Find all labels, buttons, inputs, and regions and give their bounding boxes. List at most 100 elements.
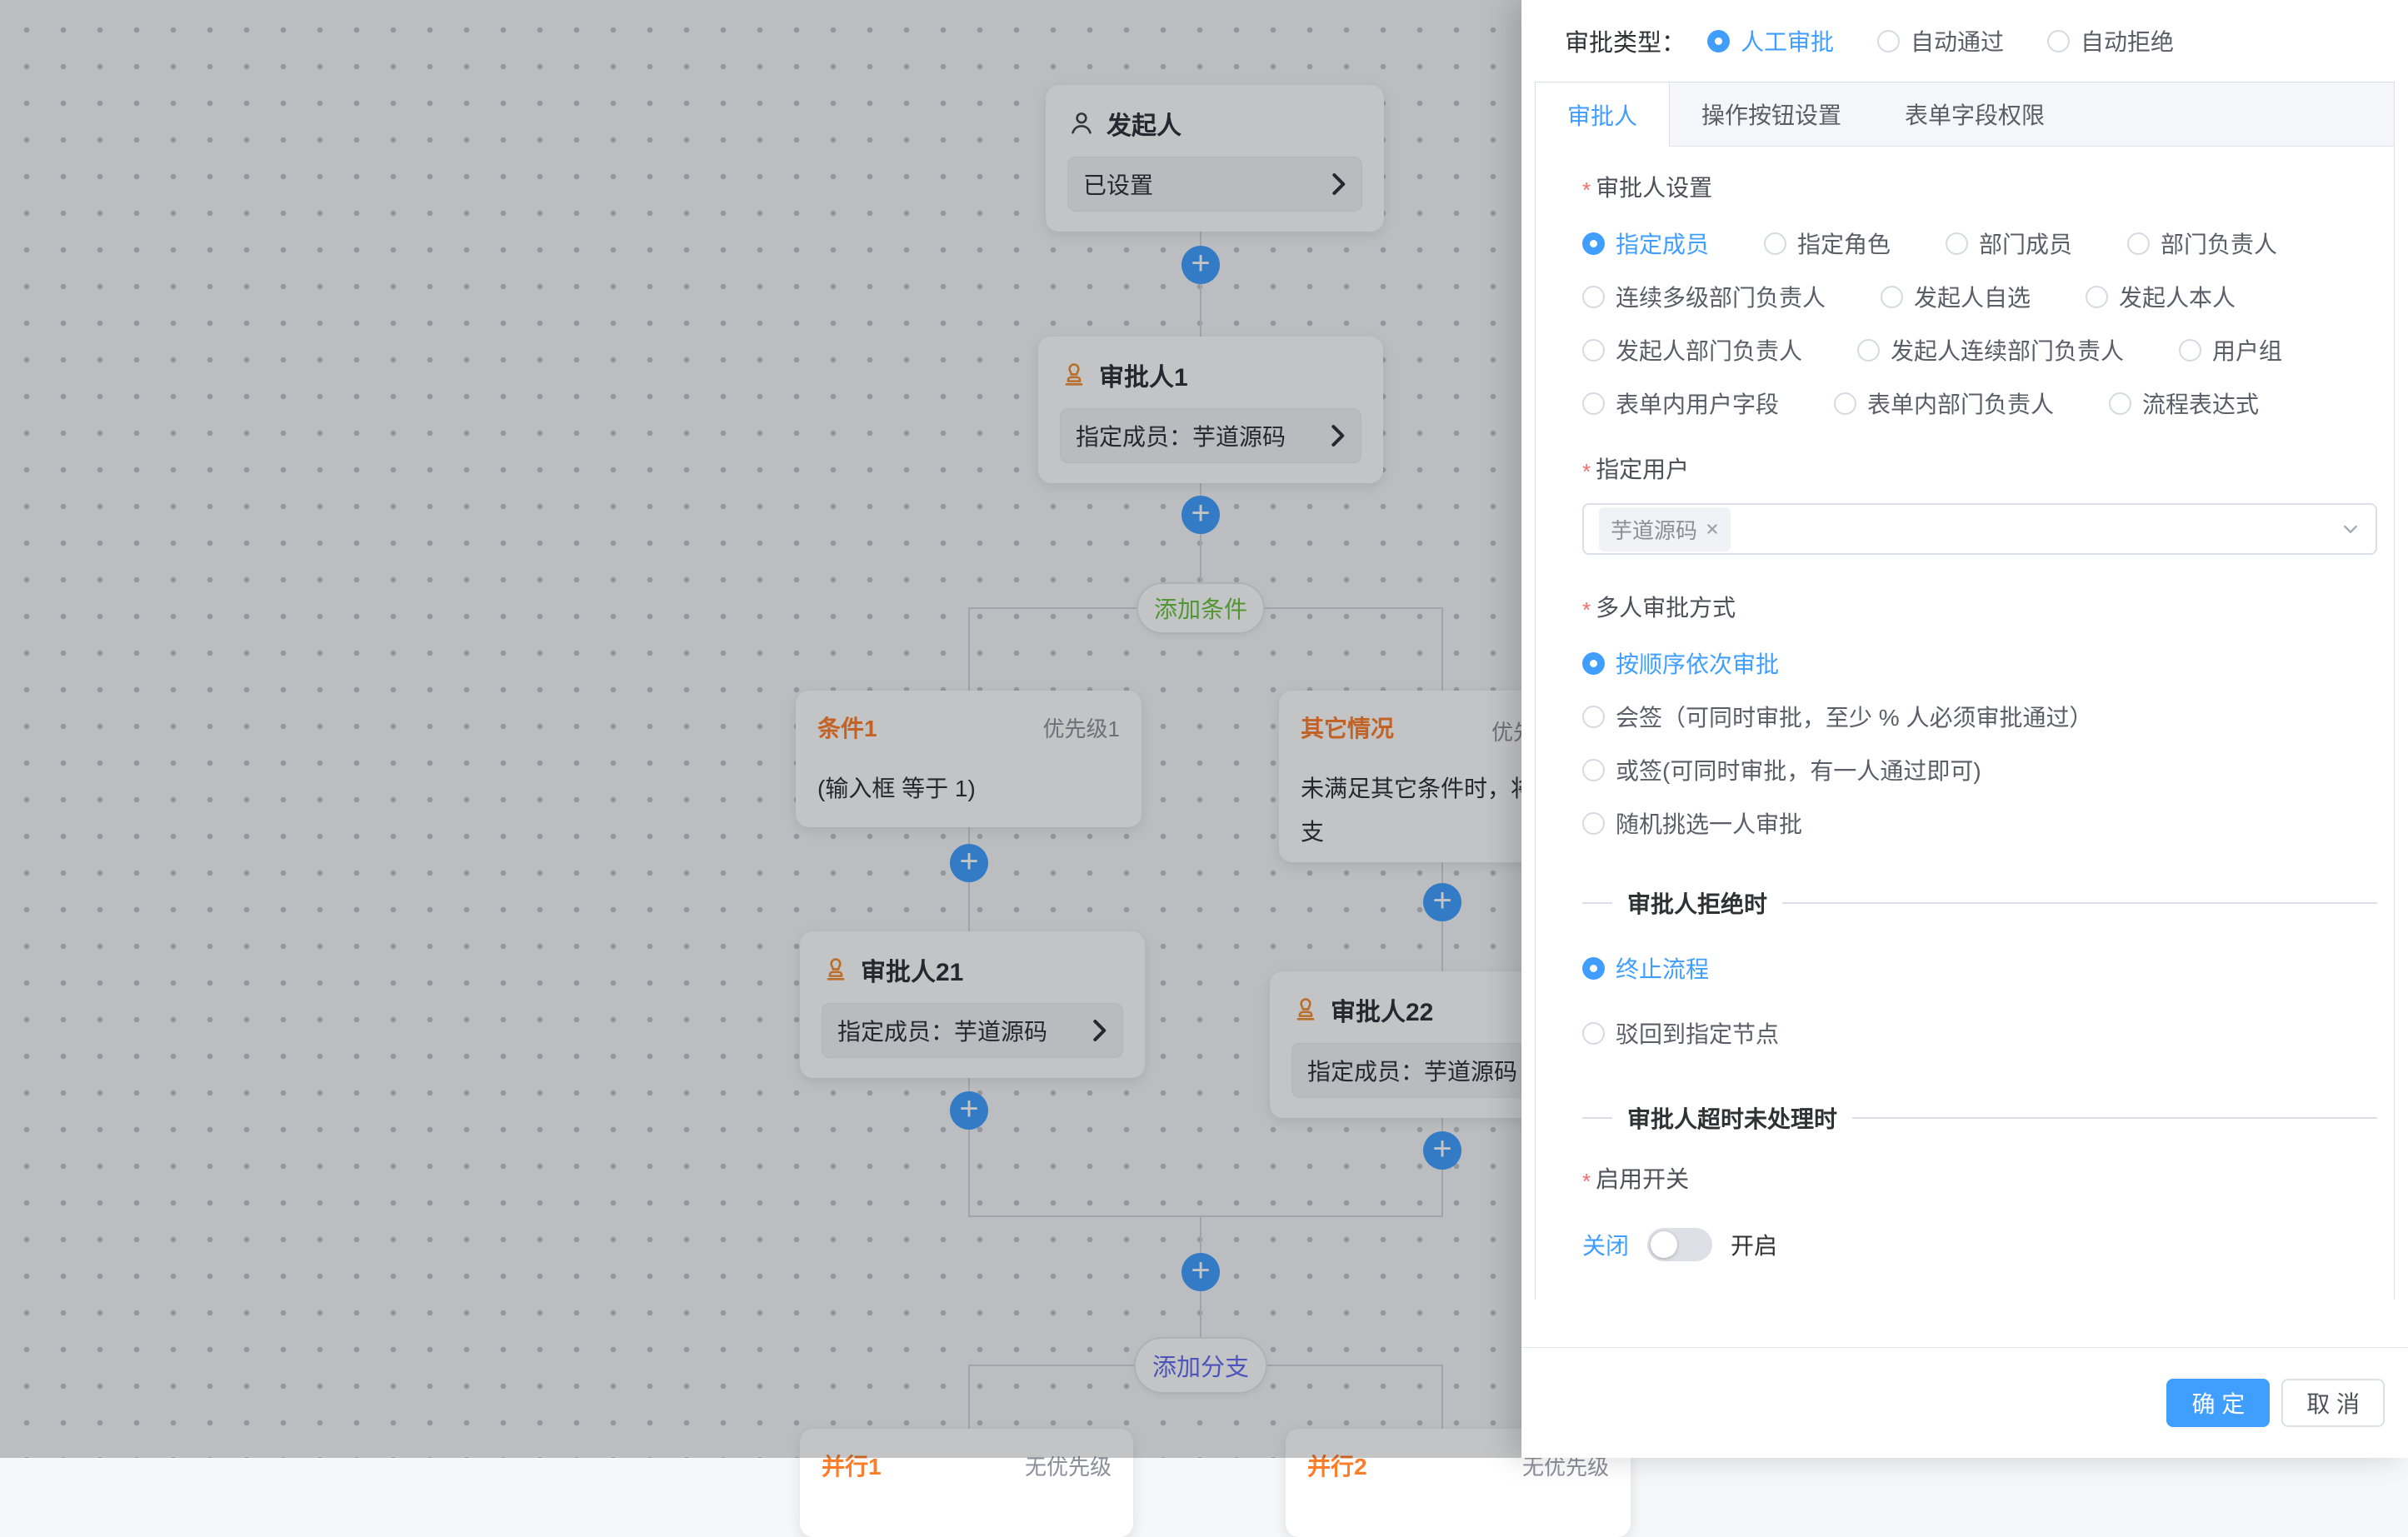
timeout-section-divider: 审批人超时未处理时 <box>1582 1100 2377 1136</box>
user-tag: 芋道源码 <box>1599 507 1731 551</box>
radio-circle-icon <box>2109 392 2131 415</box>
required-asterisk: * <box>1582 1165 1591 1198</box>
reject-option-terminate: 终止流程 <box>1582 951 2377 985</box>
radio-starter-dept-leader[interactable]: 发起人部门负责人 <box>1582 333 1802 367</box>
radio-countersign[interactable]: 会签（可同时审批，至少 % 人必须审批通过） <box>1582 700 2092 733</box>
required-asterisk: * <box>1582 593 1591 626</box>
radio-or-sign[interactable]: 或签(可同时审批，有一人通过即可) <box>1582 753 1981 786</box>
radio-circle-icon <box>1582 286 1605 308</box>
multi-approve-option-countersign: 会签（可同时审批，至少 % 人必须审批通过） <box>1582 700 2377 733</box>
radio-multi-level-dept-leader[interactable]: 连续多级部门负责人 <box>1582 280 1826 313</box>
multi-approve-option-sequential: 按顺序依次审批 <box>1582 646 2377 680</box>
radio-starter-self[interactable]: 发起人本人 <box>2086 280 2236 313</box>
config-tabs: 审批人 操作按钮设置 表单字段权限 * 审批人设置 指定成员 指定角色 部门成员… <box>1535 82 2395 1300</box>
tab-button-settings[interactable]: 操作按钮设置 <box>1670 82 1873 146</box>
approval-type-label: 审批类型： <box>1565 23 1686 58</box>
radio-circle-icon <box>1857 339 1880 362</box>
radio-circle-icon <box>1582 759 1605 781</box>
radio-dept-member[interactable]: 部门成员 <box>1946 227 2072 260</box>
radio-label: 按顺序依次审批 <box>1616 646 1779 680</box>
radio-return-to-node[interactable]: 驳回到指定节点 <box>1582 1016 1779 1050</box>
radio-circle-icon <box>1582 706 1605 728</box>
user-tag-label: 芋道源码 <box>1611 514 1697 545</box>
approver-tab-pane: * 审批人设置 指定成员 指定角色 部门成员 部门负责人 连续多级部门负责人 发… <box>1536 147 2394 1300</box>
radio-label: 表单内用户字段 <box>1616 387 1779 420</box>
radio-circle-icon <box>2179 339 2201 362</box>
radio-label: 指定成员 <box>1616 227 1709 260</box>
tabs-header: 审批人 操作按钮设置 表单字段权限 <box>1536 82 2394 147</box>
divider-line <box>1782 902 2377 904</box>
radio-dept-leader[interactable]: 部门负责人 <box>2127 227 2277 260</box>
drawer-footer: 确 定 取 消 <box>1521 1347 2408 1458</box>
radio-label: 驳回到指定节点 <box>1616 1016 1779 1050</box>
radio-circle-icon <box>1582 957 1605 980</box>
radio-circle-icon <box>1582 339 1605 362</box>
tab-label: 操作按钮设置 <box>1701 97 1841 131</box>
radio-sequential-approve[interactable]: 按顺序依次审批 <box>1582 646 1779 680</box>
radio-label: 自动拒绝 <box>2081 24 2174 57</box>
cancel-button[interactable]: 取 消 <box>2281 1379 2385 1427</box>
radio-label: 会签（可同时审批，至少 % 人必须审批通过） <box>1616 700 2092 733</box>
radio-circle-icon <box>1582 1022 1605 1045</box>
radio-assign-role[interactable]: 指定角色 <box>1764 227 1891 260</box>
radio-process-expression[interactable]: 流程表达式 <box>2109 387 2259 420</box>
tab-approver[interactable]: 审批人 <box>1536 82 1670 147</box>
divider-line <box>1582 1117 1612 1119</box>
radio-approval-type-auto-pass[interactable]: 自动通过 <box>1877 24 2004 57</box>
radio-label: 表单内部门负责人 <box>1867 387 2054 420</box>
radio-circle-icon <box>1834 392 1856 415</box>
approver-config-drawer: 审批类型： 人工审批 自动通过 自动拒绝 审批人 操作按钮设置 表单字段权限 *… <box>1521 0 2408 1458</box>
radio-label: 随机挑选一人审批 <box>1616 806 1802 840</box>
radio-label: 发起人连续部门负责人 <box>1891 333 2124 367</box>
enable-switch-label: * 启用开关 <box>1582 1163 2377 1198</box>
approval-type-row: 审批类型： 人工审批 自动通过 自动拒绝 <box>1521 0 2408 82</box>
divider-line <box>1582 902 1612 904</box>
radio-circle-icon <box>1582 812 1605 835</box>
radio-form-dept-leader[interactable]: 表单内部门负责人 <box>1834 387 2054 420</box>
radio-label: 部门成员 <box>1979 227 2072 260</box>
confirm-button[interactable]: 确 定 <box>2166 1379 2270 1427</box>
radio-circle-icon <box>1707 30 1730 52</box>
radio-approval-type-auto-reject[interactable]: 自动拒绝 <box>2047 24 2174 57</box>
modal-overlay <box>0 0 1521 1458</box>
radio-approval-type-manual[interactable]: 人工审批 <box>1707 24 1834 57</box>
radio-circle-icon <box>2086 286 2108 308</box>
radio-label: 发起人自选 <box>1914 280 2031 313</box>
timeout-section-title: 审批人超时未处理时 <box>1627 1101 1837 1135</box>
radio-label: 发起人部门负责人 <box>1616 333 1802 367</box>
radio-circle-icon <box>2127 232 2150 255</box>
radio-label: 终止流程 <box>1616 951 1709 985</box>
radio-user-group[interactable]: 用户组 <box>2179 333 2282 367</box>
radio-label: 指定角色 <box>1797 227 1891 260</box>
radio-starter-select[interactable]: 发起人自选 <box>1881 280 2031 313</box>
toggle-knob <box>1651 1231 1677 1258</box>
radio-circle-icon <box>2047 30 2070 52</box>
radio-terminate-process[interactable]: 终止流程 <box>1582 951 1709 985</box>
timeout-enable-toggle[interactable] <box>1647 1228 1712 1261</box>
required-asterisk: * <box>1582 455 1591 488</box>
required-asterisk: * <box>1582 173 1591 207</box>
multi-approve-option-random: 随机挑选一人审批 <box>1582 806 2377 840</box>
radio-form-user-field[interactable]: 表单内用户字段 <box>1582 387 1779 420</box>
approver-setting-row3: 发起人部门负责人 发起人连续部门负责人 用户组 <box>1582 333 2377 367</box>
radio-random-one[interactable]: 随机挑选一人审批 <box>1582 806 1802 840</box>
assigned-user-select[interactable]: 芋道源码 <box>1582 503 2377 555</box>
multi-approve-option-orsign: 或签(可同时审批，有一人通过即可) <box>1582 753 2377 786</box>
radio-starter-multi-dept-leader[interactable]: 发起人连续部门负责人 <box>1857 333 2124 367</box>
field-label: 多人审批方式 <box>1596 591 1736 625</box>
radio-circle-icon <box>1582 232 1605 255</box>
radio-circle-icon <box>1582 392 1605 415</box>
radio-circle-icon <box>1877 30 1900 52</box>
radio-label: 或签(可同时审批，有一人通过即可) <box>1616 753 1981 786</box>
approver-setting-row4: 表单内用户字段 表单内部门负责人 流程表达式 <box>1582 387 2377 420</box>
field-label: 启用开关 <box>1596 1163 1689 1196</box>
radio-label: 人工审批 <box>1741 24 1834 57</box>
reject-option-return-node: 驳回到指定节点 <box>1582 1016 2377 1050</box>
divider-line <box>1852 1117 2377 1119</box>
tag-close-icon[interactable] <box>1706 522 1719 536</box>
radio-assign-member[interactable]: 指定成员 <box>1582 227 1709 260</box>
radio-label: 发起人本人 <box>2119 280 2236 313</box>
empty-approver-section-divider: 审批人为空时 <box>1582 1293 2377 1300</box>
tab-form-field-permission[interactable]: 表单字段权限 <box>1873 82 2076 146</box>
radio-circle-icon <box>1881 286 1903 308</box>
